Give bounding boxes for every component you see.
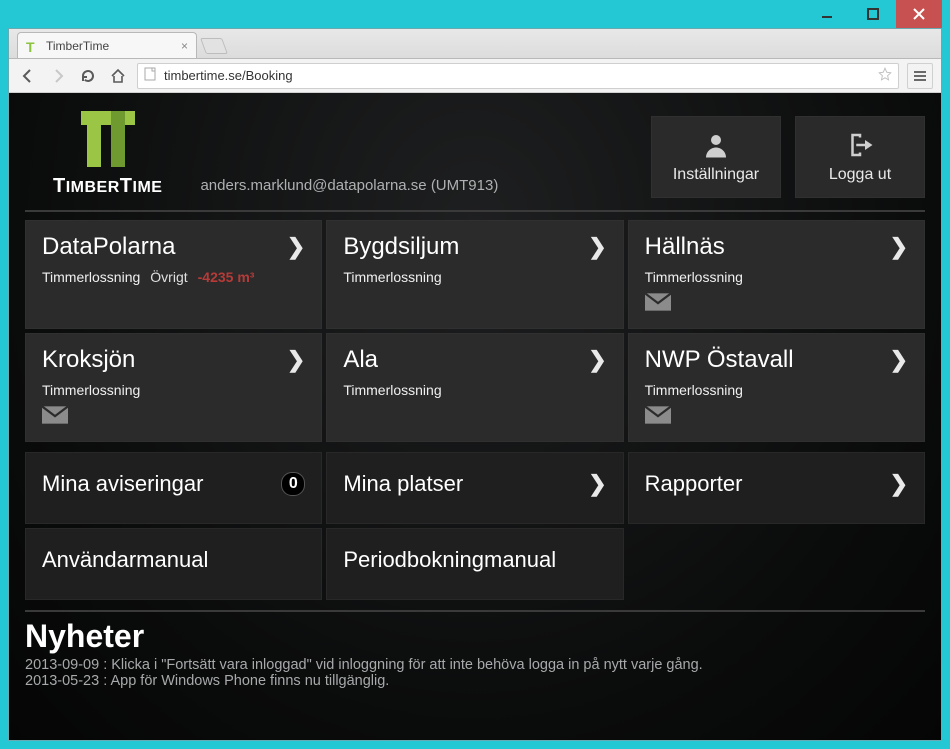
site-sub: Timmerlossning xyxy=(645,269,743,285)
site-name: DataPolarna xyxy=(42,233,175,261)
window-maximize-button[interactable] xyxy=(850,0,896,28)
home-button[interactable] xyxy=(107,65,129,87)
site-tile-bygdsiljum[interactable]: Bygdsiljum ❯ Timmerlossning xyxy=(326,220,623,329)
chevron-right-icon: ❯ xyxy=(588,347,606,373)
timbertime-logo xyxy=(81,111,135,167)
site-sub: Timmerlossning xyxy=(343,269,441,285)
favicon-timbertime: T xyxy=(26,39,40,53)
divider xyxy=(25,210,925,212)
site-name: Ala xyxy=(343,346,378,374)
window-minimize-button[interactable] xyxy=(804,0,850,28)
logout-button[interactable]: Logga ut xyxy=(795,116,925,198)
address-bar[interactable]: timbertime.se/Booking xyxy=(137,63,899,89)
page-viewport: TIMBERTIME anders.marklund@datapolarna.s… xyxy=(9,93,941,740)
bookmark-star-icon[interactable] xyxy=(878,67,892,84)
chevron-right-icon: ❯ xyxy=(287,347,305,373)
chevron-right-icon: ❯ xyxy=(890,347,908,373)
window-close-button[interactable] xyxy=(896,0,942,28)
forward-button[interactable] xyxy=(47,65,69,87)
site-name: NWP Östavall xyxy=(645,346,794,374)
site-name: Kroksjön xyxy=(42,346,135,374)
brand-name: TIMBERTIME xyxy=(53,175,162,198)
news-item: 2013-09-09 : Klicka i "Fortsätt vara inl… xyxy=(25,657,925,673)
browser-tabstrip: T TimberTime × xyxy=(9,29,941,59)
notifications-count-badge: 0 xyxy=(281,472,305,496)
logout-label: Logga ut xyxy=(829,166,891,184)
menu-label: Användarmanual xyxy=(42,547,208,573)
url-text: timbertime.se/Booking xyxy=(164,68,293,83)
reload-button[interactable] xyxy=(77,65,99,87)
back-button[interactable] xyxy=(17,65,39,87)
window-titlebar xyxy=(8,0,942,28)
chevron-right-icon: ❯ xyxy=(588,471,606,497)
mail-icon xyxy=(42,406,68,424)
user-identity: anders.marklund@datapolarna.se (UMT913) xyxy=(200,177,498,194)
user-icon xyxy=(701,130,731,160)
site-name: Bygdsiljum xyxy=(343,233,459,261)
tab-title: TimberTime xyxy=(46,39,109,53)
chevron-right-icon: ❯ xyxy=(287,234,305,260)
site-tile-kroksjon[interactable]: Kroksjön ❯ Timmerlossning xyxy=(25,333,322,442)
site-sub: Timmerlossning xyxy=(42,269,140,285)
new-tab-button[interactable] xyxy=(200,38,228,54)
page-header: TIMBERTIME anders.marklund@datapolarna.s… xyxy=(25,105,925,198)
menu-label: Rapporter xyxy=(645,471,743,497)
news-item: 2013-05-23 : App för Windows Phone finns… xyxy=(25,673,925,689)
mail-icon xyxy=(645,293,671,311)
menu-user-manual[interactable]: Användarmanual xyxy=(25,528,322,600)
menu-places[interactable]: Mina platser ❯ xyxy=(326,452,623,524)
chevron-right-icon: ❯ xyxy=(890,234,908,260)
browser-menu-button[interactable] xyxy=(907,63,933,89)
menu-period-booking-manual[interactable]: Periodbokningmanual xyxy=(326,528,623,600)
chevron-right-icon: ❯ xyxy=(588,234,606,260)
browser-toolbar: timbertime.se/Booking xyxy=(9,59,941,93)
site-tile-nwp-ostavall[interactable]: NWP Östavall ❯ Timmerlossning xyxy=(628,333,925,442)
site-name: Hällnäs xyxy=(645,233,725,261)
tab-close-icon[interactable]: × xyxy=(181,39,188,53)
browser-tab-timbertime[interactable]: T TimberTime × xyxy=(17,32,197,58)
menu-label: Mina platser xyxy=(343,471,463,497)
site-extra: Övrigt xyxy=(150,269,187,285)
menu-label: Periodbokningmanual xyxy=(343,547,556,573)
news-section: Nyheter 2013-09-09 : Klicka i "Fortsätt … xyxy=(25,610,925,689)
site-tile-ala[interactable]: Ala ❯ Timmerlossning xyxy=(326,333,623,442)
site-sub: Timmerlossning xyxy=(343,382,441,398)
site-sub: Timmerlossning xyxy=(42,382,140,398)
menu-label: Mina aviseringar xyxy=(42,471,203,497)
site-tile-hallnas[interactable]: Hällnäs ❯ Timmerlossning xyxy=(628,220,925,329)
brand-block: TIMBERTIME xyxy=(25,105,172,198)
site-sub: Timmerlossning xyxy=(645,382,743,398)
mail-icon xyxy=(645,406,671,424)
news-heading: Nyheter xyxy=(25,610,925,655)
site-tile-datapolarna[interactable]: DataPolarna ❯ Timmerlossning Övrigt -423… xyxy=(25,220,322,329)
logout-icon xyxy=(845,130,875,160)
settings-button[interactable]: Inställningar xyxy=(651,116,781,198)
menu-notifications[interactable]: Mina aviseringar 0 xyxy=(25,452,322,524)
site-negative-volume: -4235 m³ xyxy=(198,269,255,285)
menu-grid: Mina aviseringar 0 Mina platser ❯ Rappor… xyxy=(25,452,925,600)
menu-reports[interactable]: Rapporter ❯ xyxy=(628,452,925,524)
chevron-right-icon: ❯ xyxy=(890,471,908,497)
page-icon xyxy=(144,67,158,84)
settings-label: Inställningar xyxy=(673,166,759,184)
sites-grid: DataPolarna ❯ Timmerlossning Övrigt -423… xyxy=(25,220,925,442)
